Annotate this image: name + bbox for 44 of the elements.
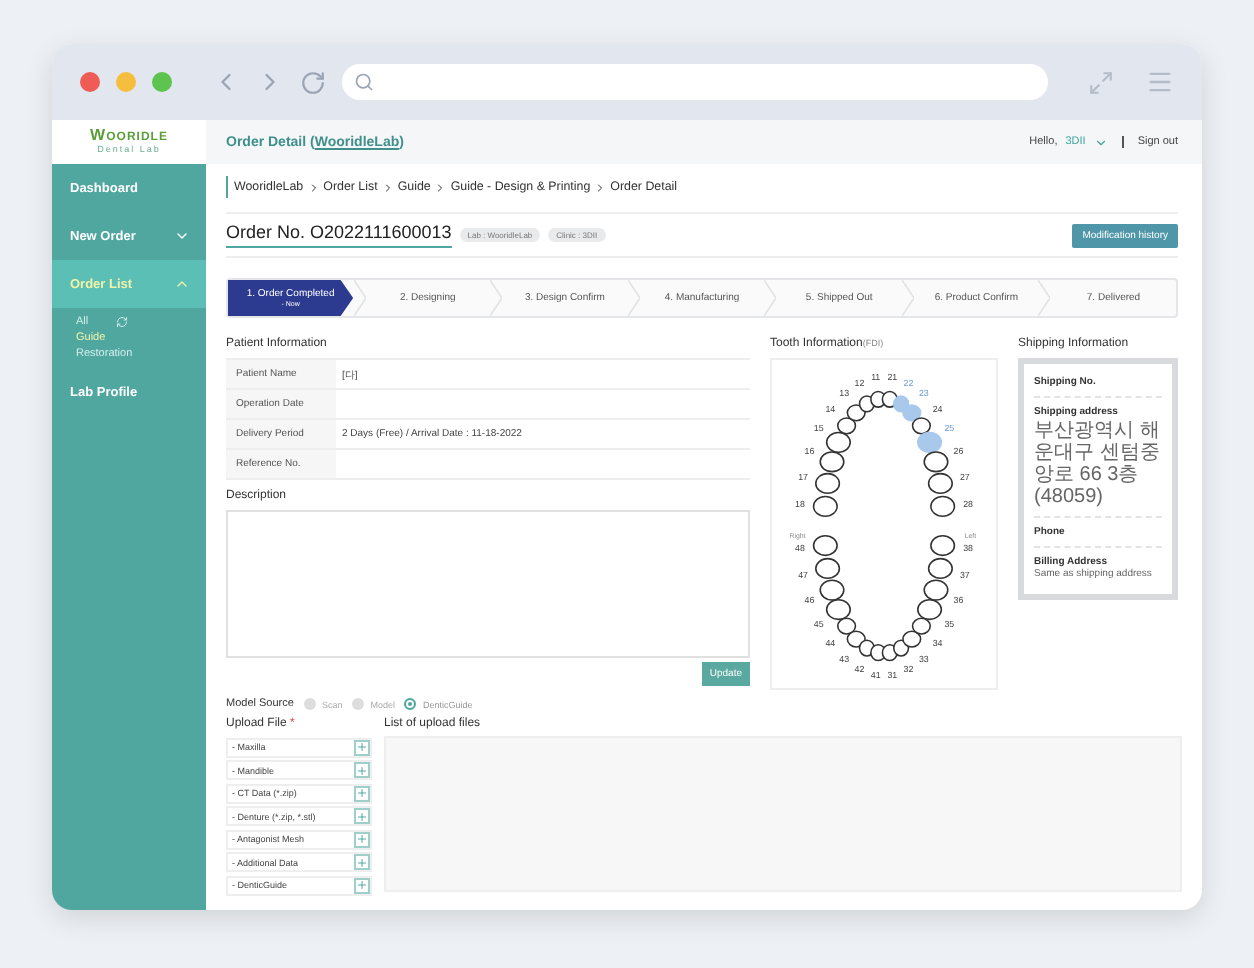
tooth-shape[interactable] xyxy=(911,617,932,635)
radio-button[interactable] xyxy=(303,698,316,710)
plus-icon xyxy=(356,786,368,800)
radio-button[interactable] xyxy=(404,698,417,710)
tooth-shape[interactable] xyxy=(911,417,932,435)
field-value: 부산광역시 해운대구 센텀중앙로 66 3층 (48059) xyxy=(1034,420,1162,508)
tooth-shape[interactable] xyxy=(930,495,956,517)
logo-name: WOORIDLE xyxy=(90,128,168,145)
plus-icon xyxy=(356,763,368,777)
plus-icon xyxy=(356,878,368,892)
tooth-shape[interactable] xyxy=(819,579,845,601)
tooth-shape[interactable] xyxy=(836,417,857,435)
chevron-icon xyxy=(381,181,394,193)
tooth-shape[interactable] xyxy=(927,472,953,495)
plus-icon xyxy=(356,809,368,823)
address-field[interactable] xyxy=(342,64,1048,100)
tooth-shape[interactable] xyxy=(930,534,956,557)
chevron-icon xyxy=(174,276,190,292)
plus-icon xyxy=(356,855,368,869)
plus-icon xyxy=(356,740,368,754)
description-field[interactable] xyxy=(226,510,750,658)
tooth-shape[interactable] xyxy=(812,534,838,557)
chevron-icon xyxy=(174,228,190,244)
tooth-shape[interactable] xyxy=(815,557,841,580)
chevron-icon xyxy=(594,181,607,193)
tooth-shape[interactable] xyxy=(927,557,953,580)
close-icon[interactable] xyxy=(80,72,100,92)
tooth-shape[interactable] xyxy=(815,472,841,495)
tooth-shape[interactable] xyxy=(902,630,922,648)
tooth-shape[interactable] xyxy=(819,451,845,473)
plus-icon xyxy=(356,832,368,846)
tooth-shape[interactable] xyxy=(923,451,949,473)
chevron-icon xyxy=(307,181,320,193)
tooth-shape[interactable] xyxy=(825,598,851,621)
tooth-shape[interactable] xyxy=(812,495,838,517)
radio-button[interactable] xyxy=(352,698,365,710)
tooth-shape[interactable] xyxy=(836,617,857,635)
tooth-shape[interactable] xyxy=(825,431,851,453)
order-number: Order No. O2022111600013 xyxy=(226,222,452,248)
search-icon xyxy=(354,72,374,92)
chevron-icon xyxy=(434,181,447,193)
chevron-icon[interactable] xyxy=(1093,135,1108,149)
tooth-shape[interactable] xyxy=(923,579,949,601)
tooth-shape[interactable] xyxy=(917,598,943,621)
